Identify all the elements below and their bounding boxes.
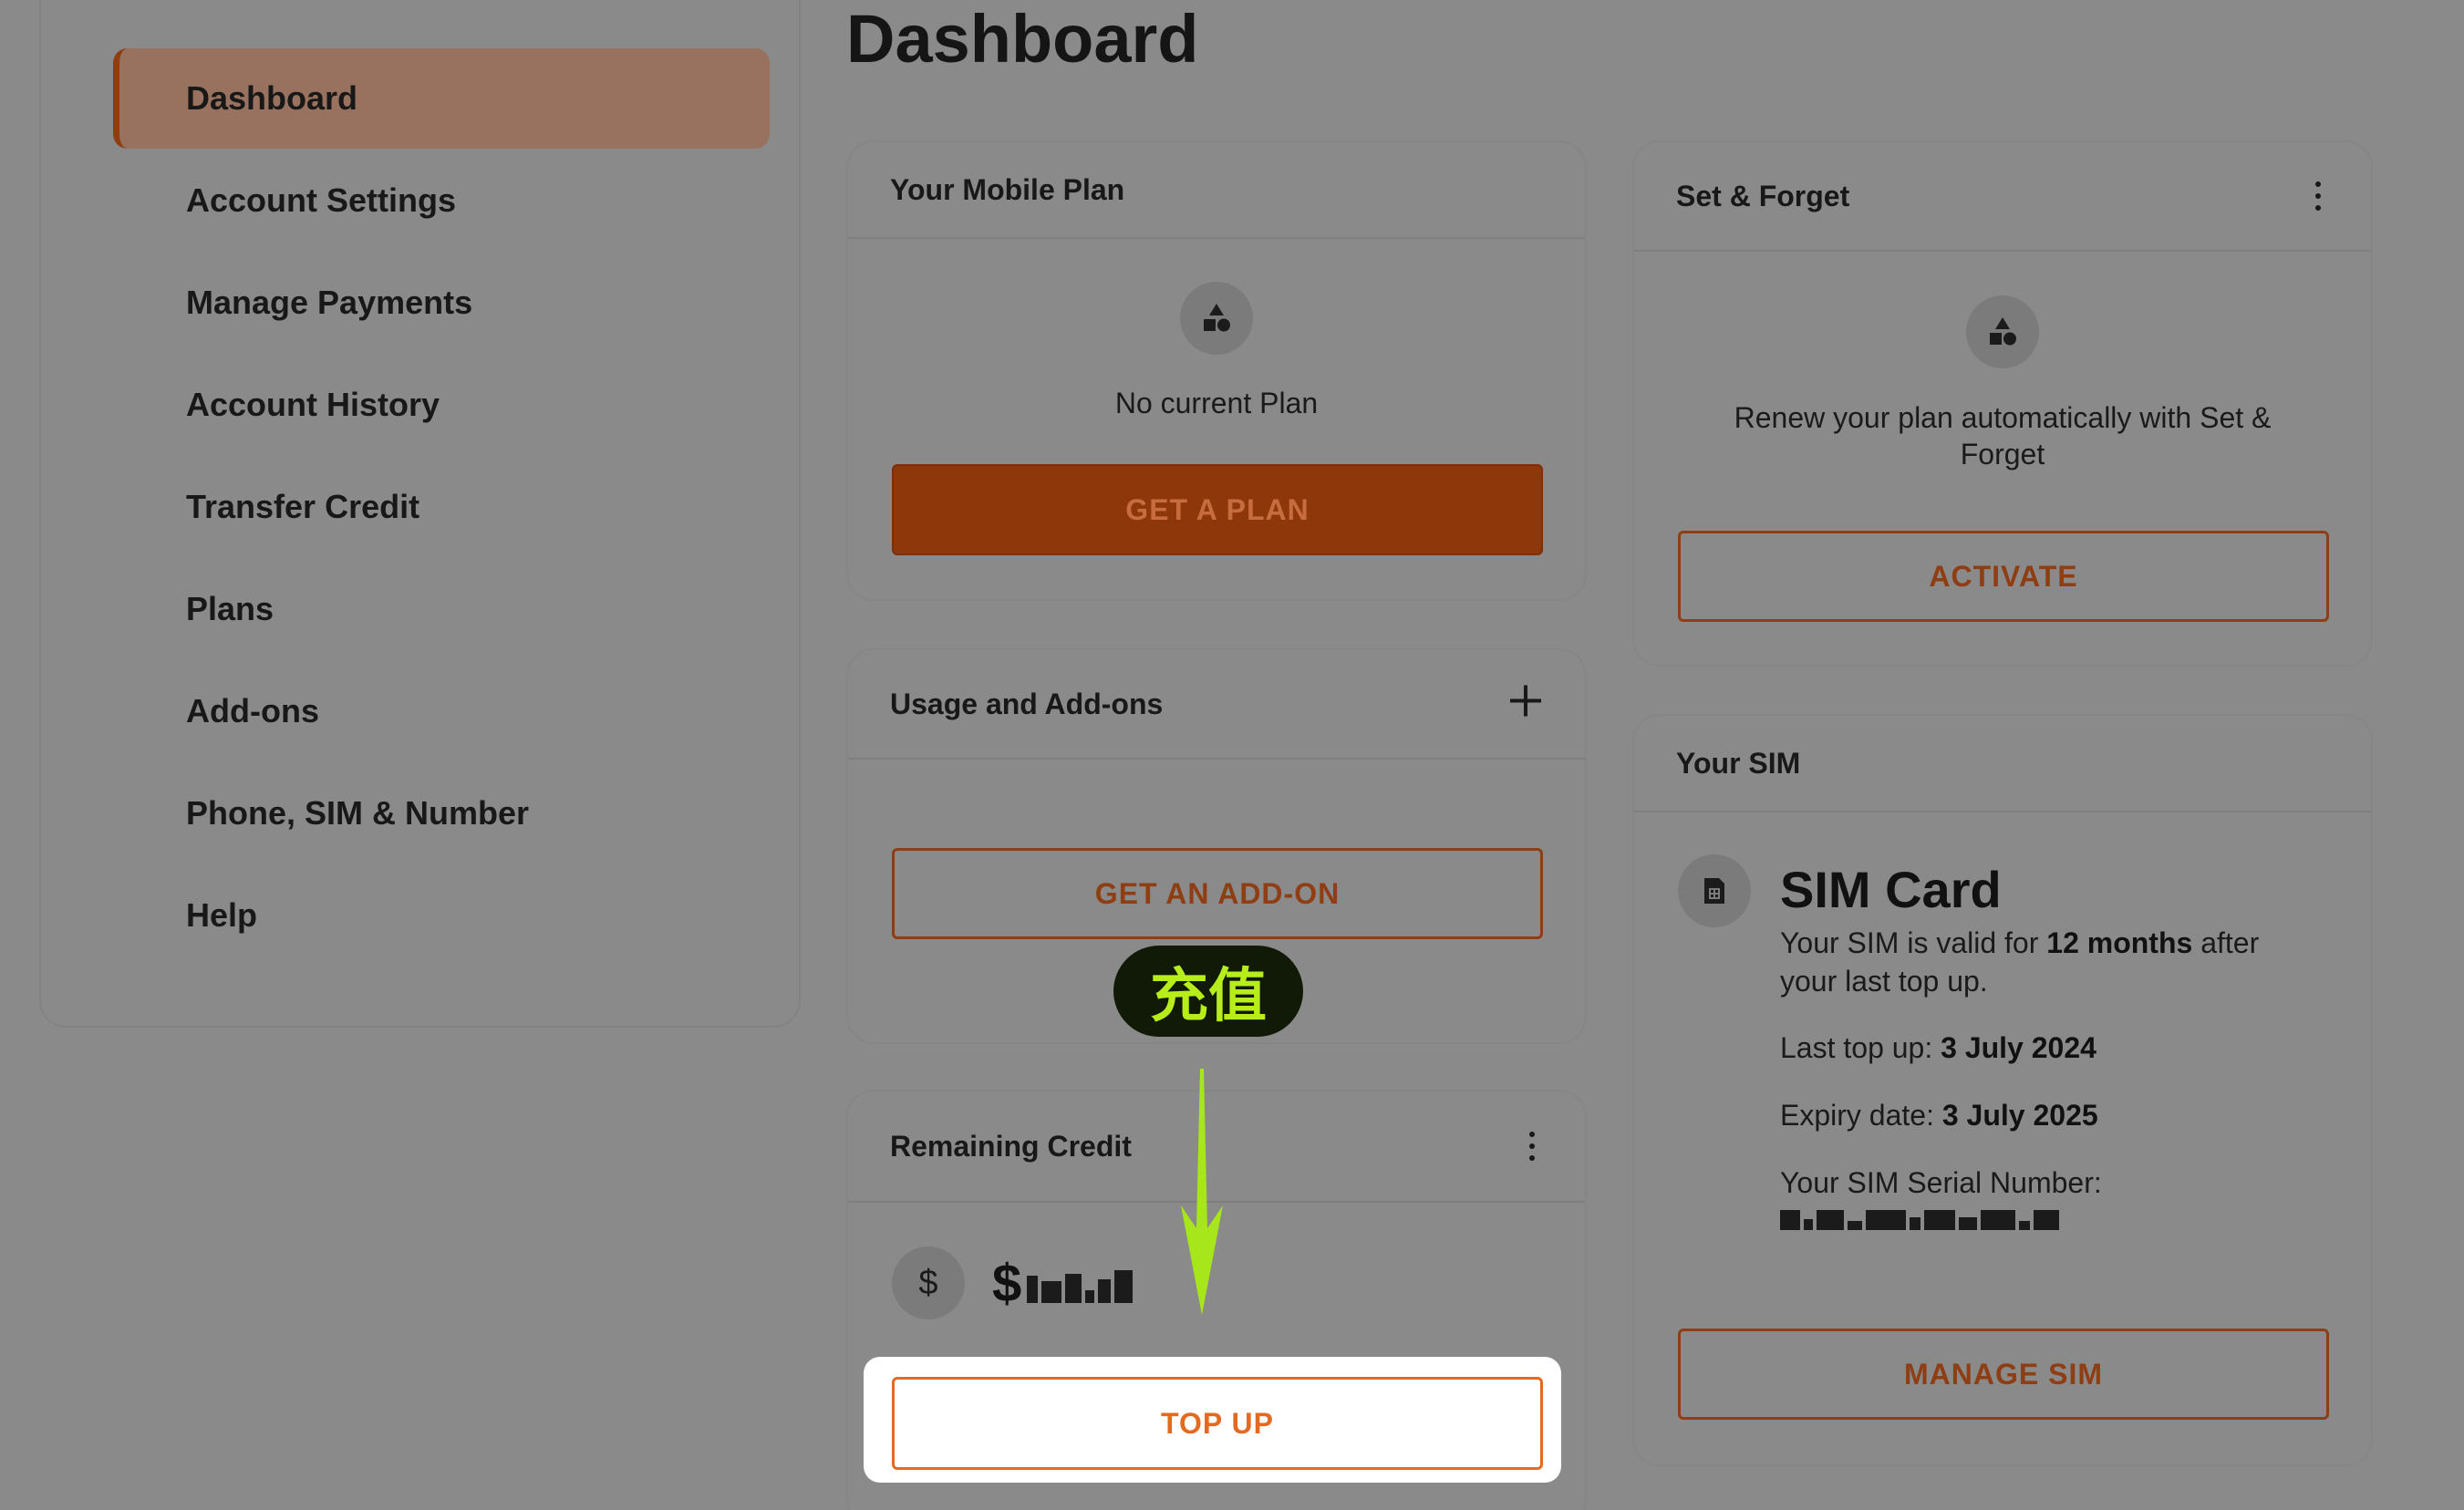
sim-validity: Your SIM is valid for 12 months after yo… <box>1780 926 2260 998</box>
sim-expiry-date: Expiry date: 3 July 2025 <box>1780 1099 2098 1132</box>
get-an-add-on-button[interactable]: GET AN ADD-ON <box>892 848 1543 939</box>
page: Dashboard Account Settings Manage Paymen… <box>0 0 2464 1510</box>
credit-amount-obscured <box>1027 1263 1134 1303</box>
mobile-plan-title: Your Mobile Plan <box>890 172 1125 206</box>
dollar-icon: $ <box>892 1246 965 1319</box>
plus-icon[interactable] <box>1508 684 1543 725</box>
set-forget-header: Set & Forget <box>1634 142 2371 252</box>
sim-card-title: SIM Card <box>1780 861 2002 918</box>
set-forget-title: Set & Forget <box>1676 179 1850 212</box>
sim-serial-obscured <box>1780 1210 2059 1230</box>
no-plan-message: No current Plan <box>1114 387 1319 419</box>
usage-addons-header: Usage and Add-ons <box>848 650 1585 760</box>
sidebar-item-account-settings[interactable]: Account Settings <box>113 150 770 251</box>
your-sim-header: Your SIM <box>1634 716 2371 812</box>
sim-serial-label: Your SIM Serial Number: <box>1780 1166 2102 1199</box>
sidebar-item-plans[interactable]: Plans <box>113 559 770 659</box>
remaining-credit-title: Remaining Credit <box>890 1129 1132 1163</box>
more-options-icon[interactable] <box>1528 1132 1536 1161</box>
more-options-icon[interactable] <box>2314 181 2322 211</box>
sidebar-item-transfer-credit[interactable]: Transfer Credit <box>113 457 770 557</box>
sidebar-item-manage-payments[interactable]: Manage Payments <box>113 253 770 353</box>
set-forget-message: Renew your plan automatically with Set &… <box>1734 401 2272 471</box>
arrow-down-icon <box>1181 1069 1223 1315</box>
set-forget-card: Set & Forget Renew your plan automatical… <box>1632 140 2373 667</box>
sidebar-item-account-history[interactable]: Account History <box>113 355 770 455</box>
mobile-plan-card: Your Mobile Plan No current Plan GET A P… <box>846 140 1587 601</box>
sidebar-item-add-ons[interactable]: Add-ons <box>113 661 770 761</box>
sidebar-item-phone-sim-number[interactable]: Phone, SIM & Number <box>113 763 770 864</box>
shapes-icon <box>1966 295 2039 368</box>
manage-sim-button[interactable]: MANAGE SIM <box>1678 1329 2329 1420</box>
sim-last-top-up: Last top up: 3 July 2024 <box>1780 1031 2096 1064</box>
get-a-plan-button[interactable]: GET A PLAN <box>892 464 1543 555</box>
sim-card-icon <box>1678 854 1751 927</box>
sidebar-item-help[interactable]: Help <box>113 865 770 966</box>
sidebar-item-dashboard[interactable]: Dashboard <box>113 48 770 149</box>
your-sim-title: Your SIM <box>1676 746 1801 780</box>
page-title: Dashboard <box>846 1 1199 77</box>
mobile-plan-header: Your Mobile Plan <box>848 142 1585 239</box>
recharge-callout: 充值 <box>1113 946 1303 1037</box>
credit-amount: $ <box>992 1246 1134 1319</box>
usage-addons-title: Usage and Add-ons <box>890 687 1164 720</box>
shapes-icon <box>1180 282 1253 355</box>
your-sim-card: Your SIM SIM Card Your SIM is valid for … <box>1632 714 2373 1466</box>
top-up-button[interactable]: TOP UP <box>892 1377 1543 1470</box>
activate-button[interactable]: ACTIVATE <box>1678 531 2329 622</box>
